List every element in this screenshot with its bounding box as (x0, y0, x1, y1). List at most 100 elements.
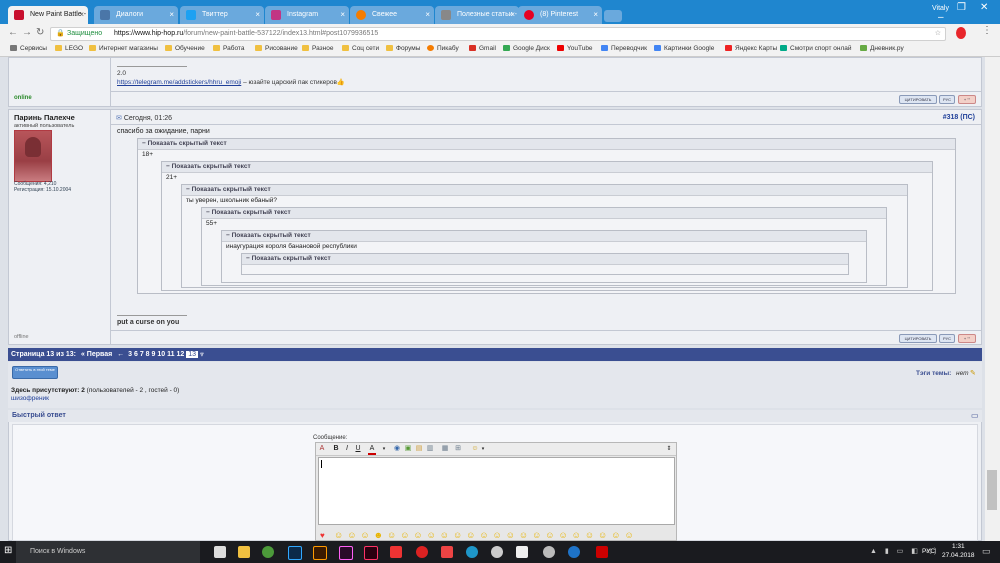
explorer-icon[interactable] (238, 546, 250, 558)
clock-time[interactable]: 1:31 (952, 543, 965, 550)
smiley-icon[interactable]: ☺☺☺☻☺☺☺☺☺☺☺☺☺☺☺☺☺☺☺☺☺☺☺ (334, 530, 638, 540)
language-indicator[interactable]: РУС (922, 548, 935, 555)
spoiler-toggle[interactable]: − Показать скрытый текст (202, 208, 886, 219)
bookmark-forums[interactable]: Форумы (386, 45, 420, 52)
remove-format-icon[interactable]: A (318, 445, 326, 453)
spoiler-icon[interactable]: ⊞ (454, 445, 462, 453)
close-icon[interactable]: × (255, 6, 260, 24)
bookmark-youtube[interactable]: YouTube (557, 45, 593, 52)
reload-icon[interactable]: ↻ (36, 27, 44, 38)
resize-icon[interactable]: ⇕ (665, 445, 673, 453)
bookmark-gmail[interactable]: Gmail (469, 45, 496, 52)
opera-extension-icon[interactable] (956, 27, 966, 39)
minimize-icon[interactable]: – (938, 12, 944, 23)
spoiler-toggle[interactable]: − Показать скрытый текст (138, 139, 955, 150)
profile-name[interactable]: Vitaly (932, 5, 949, 12)
photoshop-icon[interactable] (288, 546, 302, 560)
close-icon[interactable]: × (593, 6, 598, 24)
task-view-icon[interactable] (214, 546, 226, 558)
page-link[interactable]: 9 (152, 351, 156, 358)
link-icon[interactable]: ◉ (393, 445, 401, 453)
mail-app-icon[interactable] (416, 546, 428, 558)
bookmark-lego[interactable]: LEGO (55, 45, 83, 52)
scrollbar-thumb[interactable] (987, 470, 997, 510)
page-link[interactable]: 11 (167, 351, 174, 358)
avatar[interactable] (14, 130, 52, 182)
pdf-icon[interactable] (596, 546, 608, 558)
quote-icon[interactable]: ▦ (441, 445, 449, 453)
page-link[interactable]: 8 (146, 351, 150, 358)
bookmark-pikabu[interactable]: Пикабу (427, 45, 459, 52)
windows-start-icon[interactable]: ⊞ (4, 545, 12, 556)
attachment-icon[interactable]: ▤ (415, 445, 423, 453)
quote-button[interactable]: ЦИТИРОВАТЬ (899, 334, 937, 343)
xd-icon[interactable] (339, 546, 353, 560)
tab-useful-articles[interactable]: Полезные статьи - × (435, 6, 519, 24)
edge-icon[interactable] (568, 546, 580, 558)
bookmark-work[interactable]: Работа (213, 45, 244, 52)
spoiler-toggle[interactable]: − Показать скрытый текст (162, 162, 932, 173)
author-name[interactable]: Паринь Палехче (14, 113, 75, 122)
first-page-link[interactable]: « Первая (81, 351, 112, 358)
tab-pinterest[interactable]: (8) Pinterest × (518, 6, 602, 24)
tab-fresh[interactable]: Свежее × (350, 6, 434, 24)
tab-dialogs[interactable]: Диалоги × (94, 6, 178, 24)
chevron-down-icon[interactable]: ▾ (380, 445, 388, 453)
telegram-icon[interactable] (466, 546, 478, 558)
settings-icon[interactable] (543, 546, 555, 558)
bookmark-dnevnik[interactable]: Дневник.ру (860, 45, 904, 52)
smiley-icon[interactable]: ☺ (471, 445, 479, 453)
telegram-link[interactable]: https://telegram.me/addstickers/hhru_emo… (117, 79, 241, 86)
windows-search[interactable]: Поиск в Windows (16, 541, 200, 563)
maximize-icon[interactable]: ❐ (957, 2, 966, 13)
chevron-down-icon[interactable]: ▾ (479, 445, 487, 453)
pencil-icon[interactable]: ✎ (970, 369, 976, 377)
font-color-icon[interactable]: A (368, 445, 376, 455)
dropdown-icon[interactable]: ⩔ (200, 351, 204, 358)
back-icon[interactable]: ← (8, 27, 18, 38)
spoiler-toggle[interactable]: − Показать скрытый текст (242, 254, 848, 265)
acrobat-icon[interactable] (390, 546, 402, 558)
bookmark-yandex-maps[interactable]: Яндекс Карты (725, 45, 777, 52)
new-tab-button[interactable] (604, 10, 622, 22)
close-icon[interactable]: × (510, 6, 515, 24)
bookmark-drawing[interactable]: Рисование (255, 45, 298, 52)
page-link[interactable]: 12 (177, 351, 185, 358)
forward-icon[interactable]: → (22, 27, 32, 38)
app-icon[interactable] (441, 546, 453, 558)
bold-icon[interactable]: B (332, 445, 340, 453)
close-icon[interactable]: × (425, 6, 430, 24)
tab-twitter[interactable]: Твиттер × (180, 6, 264, 24)
bookmark-google-images[interactable]: Картинки Google (654, 45, 714, 52)
close-icon[interactable]: × (340, 6, 345, 24)
message-textarea[interactable] (318, 457, 675, 525)
post-number-link[interactable]: #318 (ПС) (943, 114, 975, 121)
multiquote-button[interactable]: + "" (958, 334, 976, 343)
italic-icon[interactable]: I (343, 445, 351, 453)
bookmark-shops[interactable]: Интернет магазины (89, 45, 158, 52)
bookmark-social[interactable]: Соц сети (342, 45, 379, 52)
code-icon[interactable]: ▥ (426, 445, 434, 453)
itunes-icon[interactable] (491, 546, 503, 558)
address-bar[interactable]: 🔒 Защищено https://www.hip-hop.ru/forum/… (50, 27, 946, 41)
star-icon[interactable]: ☆ (935, 28, 941, 40)
close-icon[interactable]: × (169, 6, 174, 24)
quote-button[interactable]: ЦИТИРОВАТЬ (899, 95, 937, 104)
menu-icon[interactable]: ⋮ (982, 25, 992, 36)
collapse-icon[interactable]: ▭ (971, 411, 979, 420)
prev-page-link[interactable]: ← (117, 351, 124, 358)
chrome-icon[interactable] (262, 546, 274, 558)
bookmark-translate[interactable]: Переводчик (601, 45, 647, 52)
present-user-link[interactable]: шизофреник (11, 395, 49, 402)
bookmark-learning[interactable]: Обучение (165, 45, 205, 52)
spoiler-toggle[interactable]: − Показать скрытый текст (222, 231, 866, 242)
tab-new-paint-battle[interactable]: New Paint Battle - × (8, 6, 88, 24)
tab-instagram[interactable]: Instagram × (265, 6, 349, 24)
close-icon[interactable]: × (79, 6, 84, 24)
bookmark-services[interactable]: Сервисы (10, 45, 47, 52)
image-icon[interactable]: ▣ (404, 445, 412, 453)
rus-button[interactable]: РУС (939, 95, 955, 104)
scrollbar[interactable] (985, 57, 1000, 541)
rus-button[interactable]: РУС (939, 334, 955, 343)
indesign-icon[interactable] (364, 546, 378, 560)
